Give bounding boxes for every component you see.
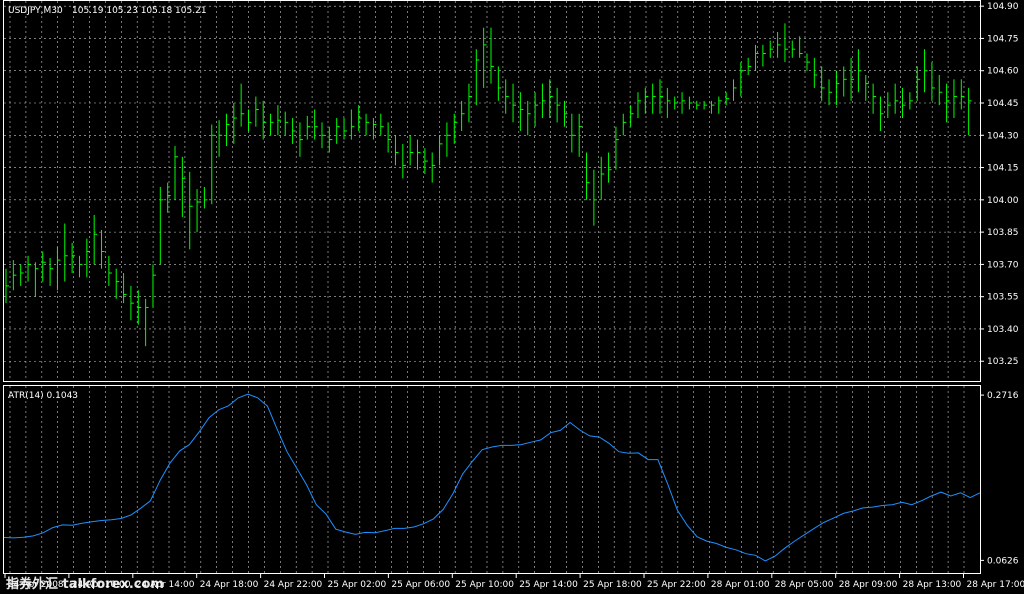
- atr-label: ATR(14) 0.1043: [8, 391, 78, 401]
- x-tick-label: 25 Apr 18:00: [583, 580, 642, 590]
- ohlc-values: 105.19 105.23 105.18 105.21: [72, 6, 207, 16]
- atr-tick-label: 0.2716: [987, 391, 1019, 401]
- x-tick-label: 25 Apr 02:00: [328, 580, 387, 590]
- y-tick-label: 103.40: [987, 325, 1019, 335]
- x-tick-label: 25 Apr 14:00: [519, 580, 578, 590]
- chart-background: [0, 0, 1024, 594]
- chart-canvas: 104.90 104.75 104.60 104.45 104.30 104.15 104.…: [0, 0, 1024, 594]
- symbol-label: USDJPY,M30: [8, 6, 63, 16]
- y-tick-label: 103.70: [987, 260, 1019, 270]
- y-tick-label: 104.90: [987, 2, 1019, 12]
- x-tick-label: 28 Apr 09:00: [839, 580, 898, 590]
- x-tick-label: 24 Apr 18:00: [200, 580, 259, 590]
- x-tick-label: 25 Apr 10:00: [455, 580, 514, 590]
- atr-tick-label: 0.0626: [987, 556, 1019, 566]
- watermark: 指券外汇 talkforex.com: [6, 576, 164, 592]
- y-tick-label: 104.75: [987, 34, 1019, 44]
- x-tick-label: 28 Apr 17:00: [967, 580, 1024, 590]
- y-tick-label: 103.85: [987, 228, 1019, 238]
- y-tick-label: 104.30: [987, 131, 1019, 141]
- x-tick-label: 24 Apr 22:00: [264, 580, 323, 590]
- x-tick-label: 28 Apr 01:00: [711, 580, 770, 590]
- x-tick-label: 25 Apr 06:00: [391, 580, 450, 590]
- x-tick-label: 28 Apr 13:00: [903, 580, 962, 590]
- y-tick-label: 103.25: [987, 357, 1019, 367]
- x-tick-label: 25 Apr 22:00: [647, 580, 706, 590]
- y-tick-label: 104.15: [987, 164, 1019, 174]
- y-tick-label: 104.00: [987, 196, 1019, 206]
- y-tick-label: 104.45: [987, 99, 1019, 109]
- y-tick-label: 103.55: [987, 293, 1019, 303]
- y-tick-label: 104.60: [987, 67, 1019, 77]
- x-tick-label: 28 Apr 05:00: [775, 580, 834, 590]
